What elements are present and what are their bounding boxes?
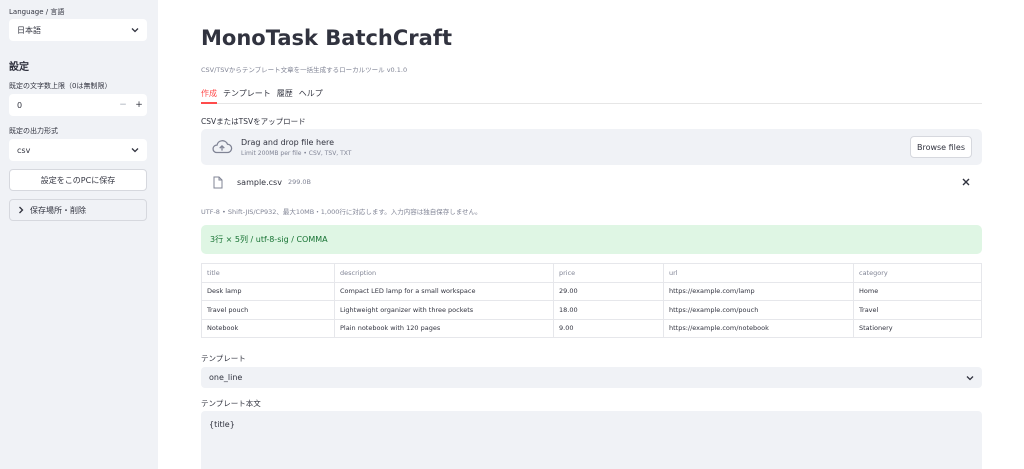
tab-help[interactable]: ヘルプ: [299, 86, 323, 104]
increment-button[interactable]: +: [131, 100, 147, 110]
chevron-down-icon: [966, 375, 974, 380]
char-limit-label: 既定の文字数上限（0は無制限）: [9, 82, 112, 90]
column-header[interactable]: url: [663, 263, 854, 283]
encoding-caption: UTF-8 • Shift-JIS/CP932、最大10MB・1,000行に対応…: [201, 208, 482, 216]
output-format-select[interactable]: csv: [9, 139, 147, 161]
tab-create[interactable]: 作成: [201, 86, 217, 104]
column-header[interactable]: category: [853, 263, 982, 283]
main-content: MonoTask BatchCraft CSV/TSVからテンプレート文章を一括…: [158, 0, 1024, 469]
table-cell[interactable]: https://example.com/lamp: [663, 281, 854, 301]
table-cell[interactable]: Desk lamp: [201, 281, 335, 301]
table-row: Desk lamp Compact LED lamp for a small w…: [201, 281, 982, 301]
data-table: title description price url category Des…: [201, 263, 982, 338]
file-icon: [213, 176, 223, 188]
table-cell[interactable]: 18.00: [553, 300, 664, 320]
table-cell[interactable]: Stationery: [853, 318, 982, 338]
table-cell[interactable]: Plain notebook with 120 pages: [334, 318, 554, 338]
page-subtitle: CSV/TSVからテンプレート文章を一括生成するローカルツール v0.1.0: [201, 66, 408, 74]
tab-history[interactable]: 履歴: [277, 86, 293, 104]
language-select[interactable]: 日本語: [9, 19, 147, 41]
language-label: Language / 言語: [9, 8, 65, 16]
table-cell[interactable]: 9.00: [553, 318, 664, 338]
table-cell[interactable]: https://example.com/notebook: [663, 318, 854, 338]
column-header[interactable]: price: [553, 263, 664, 283]
chevron-down-icon: [131, 28, 139, 33]
success-alert: 3行 × 5列 / utf-8-sig / COMMA: [201, 225, 982, 254]
table-cell[interactable]: Travel: [853, 300, 982, 320]
table-cell[interactable]: Lightweight organizer with three pockets: [334, 300, 554, 320]
save-settings-button[interactable]: 設定をこのPCに保存: [9, 169, 147, 191]
output-format-label: 既定の出力形式: [9, 127, 58, 135]
sidebar: Language / 言語 日本語 設定 既定の文字数上限（0は無制限） 0 −…: [0, 0, 158, 469]
column-header[interactable]: title: [201, 263, 335, 283]
char-limit-stepper[interactable]: 0 − +: [9, 94, 147, 116]
page-title: MonoTask BatchCraft: [201, 26, 452, 50]
chevron-down-icon: [131, 148, 139, 153]
file-dropzone[interactable]: Drag and drop file here Limit 200MB per …: [201, 129, 982, 165]
upload-label: CSVまたはTSVをアップロード: [201, 117, 306, 126]
table-row: Travel pouch Lightweight organizer with …: [201, 300, 982, 320]
column-header[interactable]: description: [334, 263, 554, 283]
table-cell[interactable]: Home: [853, 281, 982, 301]
template-value: one_line: [209, 373, 243, 382]
expander-label: 保存場所・削除: [30, 205, 86, 215]
dropzone-title: Drag and drop file here: [241, 137, 335, 147]
table-cell[interactable]: https://example.com/pouch: [663, 300, 854, 320]
tab-template[interactable]: テンプレート: [223, 86, 271, 104]
template-label: テンプレート: [201, 354, 246, 363]
table-row: Notebook Plain notebook with 120 pages 9…: [201, 318, 982, 338]
cloud-upload-icon: [212, 140, 233, 154]
storage-expander[interactable]: 保存場所・削除: [9, 199, 147, 221]
table-header-row: title description price url category: [201, 263, 982, 283]
table-cell[interactable]: Compact LED lamp for a small workspace: [334, 281, 554, 301]
settings-heading: 設定: [9, 62, 29, 73]
dropzone-limit: Limit 200MB per file • CSV, TSV, TXT: [241, 149, 352, 157]
file-name: sample.csv: [237, 177, 282, 187]
template-select[interactable]: one_line: [201, 367, 982, 388]
char-limit-value[interactable]: 0: [17, 101, 115, 110]
table-cell[interactable]: Travel pouch: [201, 300, 335, 320]
tab-bar: 作成 テンプレート 履歴 ヘルプ: [201, 86, 982, 104]
output-format-value: csv: [17, 145, 31, 155]
decrement-button[interactable]: −: [115, 100, 131, 110]
chevron-right-icon: [19, 206, 24, 214]
table-cell[interactable]: Notebook: [201, 318, 335, 338]
template-body-label: テンプレート本文: [201, 399, 261, 408]
language-value: 日本語: [17, 25, 41, 35]
file-size: 299.0B: [287, 178, 312, 186]
template-body-textarea[interactable]: {title}: [201, 411, 982, 469]
browse-files-button[interactable]: Browse files: [909, 136, 972, 158]
table-cell[interactable]: 29.00: [553, 281, 664, 301]
uploaded-file: sample.csv 299.0B: [201, 172, 982, 192]
close-icon[interactable]: [962, 178, 970, 186]
